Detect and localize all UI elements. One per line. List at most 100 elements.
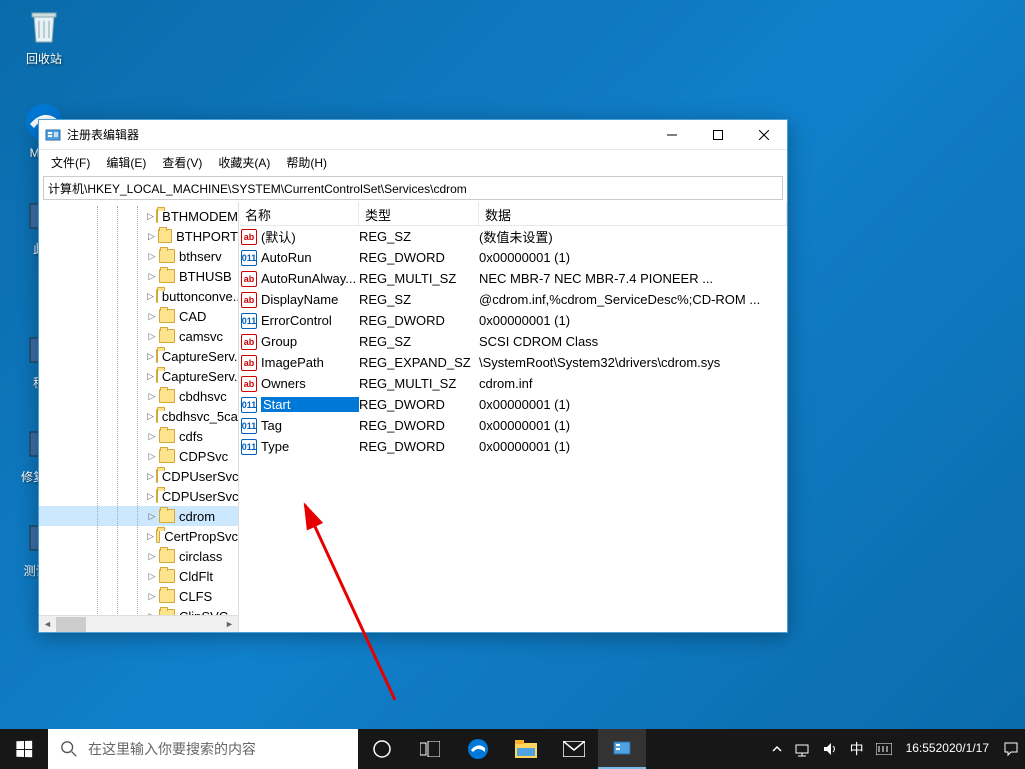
expander-icon[interactable]: ▷ (147, 351, 154, 361)
value-name: AutoRun (261, 250, 359, 265)
list-panel[interactable]: 名称 类型 数据 ab(默认)REG_SZ(数值未设置)011AutoRunRE… (239, 202, 787, 632)
desktop-icon[interactable]: 回收站 (14, 6, 74, 67)
folder-icon (159, 589, 175, 603)
tree-item[interactable]: ▷BTHPORT (39, 226, 238, 246)
expander-icon[interactable]: ▷ (147, 511, 157, 521)
action-center-icon[interactable] (997, 729, 1025, 769)
string-value-icon: ab (241, 334, 257, 350)
tree-panel[interactable]: ▷BTHMODEM▷BTHPORT▷bthserv▷BTHUSB▷buttonc… (39, 202, 239, 632)
network-icon[interactable] (788, 729, 816, 769)
tree-item[interactable]: ▷cbdhsvc (39, 386, 238, 406)
tree-item[interactable]: ▷CDPSvc (39, 446, 238, 466)
list-row[interactable]: 011ErrorControlREG_DWORD0x00000001 (1) (239, 310, 787, 331)
expander-icon[interactable]: ▷ (147, 471, 154, 481)
header-type[interactable]: 类型 (359, 202, 479, 225)
tree-item[interactable]: ▷BTHMODEM (39, 206, 238, 226)
scroll-right-icon[interactable]: ► (221, 616, 238, 633)
folder-icon (159, 309, 175, 323)
start-button[interactable] (0, 729, 48, 769)
tree-label: CaptureServ... (162, 349, 239, 364)
tree-hscrollbar[interactable]: ◄ ► (39, 615, 238, 632)
expander-icon[interactable]: ▷ (147, 571, 157, 581)
tree-item[interactable]: ▷buttonconve... (39, 286, 238, 306)
expander-icon[interactable]: ▷ (147, 271, 157, 281)
expander-icon[interactable]: ▷ (147, 551, 157, 561)
expander-icon[interactable]: ▷ (147, 431, 157, 441)
scroll-thumb[interactable] (56, 617, 86, 632)
edge-icon[interactable] (454, 729, 502, 769)
ime-keyboard-icon[interactable] (870, 729, 898, 769)
tree-item[interactable]: ▷CDPUserSvc (39, 466, 238, 486)
list-row[interactable]: 011TagREG_DWORD0x00000001 (1) (239, 415, 787, 436)
expander-icon[interactable]: ▷ (147, 391, 157, 401)
expander-icon[interactable]: ▷ (147, 311, 157, 321)
list-row[interactable]: abImagePathREG_EXPAND_SZ\SystemRoot\Syst… (239, 352, 787, 373)
menu-item[interactable]: 帮助(H) (278, 152, 335, 173)
registry-editor-window: 注册表编辑器 文件(F)编辑(E)查看(V)收藏夹(A)帮助(H) 计算机\HK… (38, 119, 788, 633)
expander-icon[interactable]: ▷ (147, 231, 156, 241)
tree-item[interactable]: ▷CertPropSvc (39, 526, 238, 546)
tree-item[interactable]: ▷BTHUSB (39, 266, 238, 286)
expander-icon[interactable]: ▷ (147, 331, 157, 341)
header-name[interactable]: 名称 (239, 202, 359, 225)
tray-chevron-icon[interactable] (766, 729, 788, 769)
list-row[interactable]: 011TypeREG_DWORD0x00000001 (1) (239, 436, 787, 457)
cortana-icon[interactable] (358, 729, 406, 769)
value-name: Start (261, 397, 359, 412)
value-data: 0x00000001 (1) (479, 418, 787, 433)
task-view-icon[interactable] (406, 729, 454, 769)
menu-item[interactable]: 收藏夹(A) (210, 152, 278, 173)
value-name: Owners (261, 376, 359, 391)
menu-item[interactable]: 编辑(E) (98, 152, 154, 173)
folder-icon (159, 389, 175, 403)
list-row[interactable]: abOwnersREG_MULTI_SZcdrom.inf (239, 373, 787, 394)
taskbar: 在这里输入你要搜索的内容 中 16:55 2020/1/17 (0, 729, 1025, 769)
list-row[interactable]: abDisplayNameREG_SZ@cdrom.inf,%cdrom_Ser… (239, 289, 787, 310)
titlebar[interactable]: 注册表编辑器 (39, 120, 787, 150)
clock[interactable]: 16:55 2020/1/17 (898, 729, 997, 769)
expander-icon[interactable]: ▷ (147, 411, 154, 421)
expander-icon[interactable]: ▷ (147, 531, 154, 541)
header-data[interactable]: 数据 (479, 202, 787, 225)
regedit-taskbar-icon[interactable] (598, 729, 646, 769)
menu-item[interactable]: 查看(V) (154, 152, 210, 173)
expander-icon[interactable]: ▷ (147, 291, 154, 301)
tree-item[interactable]: ▷CldFlt (39, 566, 238, 586)
list-row[interactable]: abGroupREG_SZSCSI CDROM Class (239, 331, 787, 352)
list-row[interactable]: 011AutoRunREG_DWORD0x00000001 (1) (239, 247, 787, 268)
value-type: REG_DWORD (359, 250, 479, 265)
minimize-button[interactable] (649, 120, 695, 150)
volume-icon[interactable] (816, 729, 844, 769)
tree-item[interactable]: ▷cbdhsvc_5ca... (39, 406, 238, 426)
tree-item[interactable]: ▷cdrom (39, 506, 238, 526)
folder-icon (159, 449, 175, 463)
tree-item[interactable]: ▷CLFS (39, 586, 238, 606)
tree-item[interactable]: ▷circlass (39, 546, 238, 566)
tree-item[interactable]: ▷bthserv (39, 246, 238, 266)
expander-icon[interactable]: ▷ (147, 211, 154, 221)
value-type: REG_DWORD (359, 439, 479, 454)
tree-item[interactable]: ▷camsvc (39, 326, 238, 346)
tree-item[interactable]: ▷CaptureServ... (39, 366, 238, 386)
ime-indicator[interactable]: 中 (844, 729, 870, 769)
expander-icon[interactable]: ▷ (147, 451, 157, 461)
tree-item[interactable]: ▷CDPUserSvc... (39, 486, 238, 506)
expander-icon[interactable]: ▷ (147, 251, 157, 261)
scroll-left-icon[interactable]: ◄ (39, 616, 56, 633)
expander-icon[interactable]: ▷ (147, 371, 154, 381)
close-button[interactable] (741, 120, 787, 150)
mail-icon[interactable] (550, 729, 598, 769)
menu-item[interactable]: 文件(F) (43, 152, 98, 173)
tree-item[interactable]: ▷CAD (39, 306, 238, 326)
list-row[interactable]: abAutoRunAlway...REG_MULTI_SZNEC MBR-7 N… (239, 268, 787, 289)
list-row[interactable]: 011StartREG_DWORD0x00000001 (1) (239, 394, 787, 415)
expander-icon[interactable]: ▷ (147, 591, 157, 601)
list-row[interactable]: ab(默认)REG_SZ(数值未设置) (239, 226, 787, 247)
address-bar[interactable]: 计算机\HKEY_LOCAL_MACHINE\SYSTEM\CurrentCon… (43, 176, 783, 200)
tree-item[interactable]: ▷ CaptureServ... (39, 346, 238, 366)
maximize-button[interactable] (695, 120, 741, 150)
tree-item[interactable]: ▷cdfs (39, 426, 238, 446)
expander-icon[interactable]: ▷ (147, 491, 154, 501)
search-input[interactable]: 在这里输入你要搜索的内容 (48, 729, 358, 769)
file-explorer-icon[interactable] (502, 729, 550, 769)
